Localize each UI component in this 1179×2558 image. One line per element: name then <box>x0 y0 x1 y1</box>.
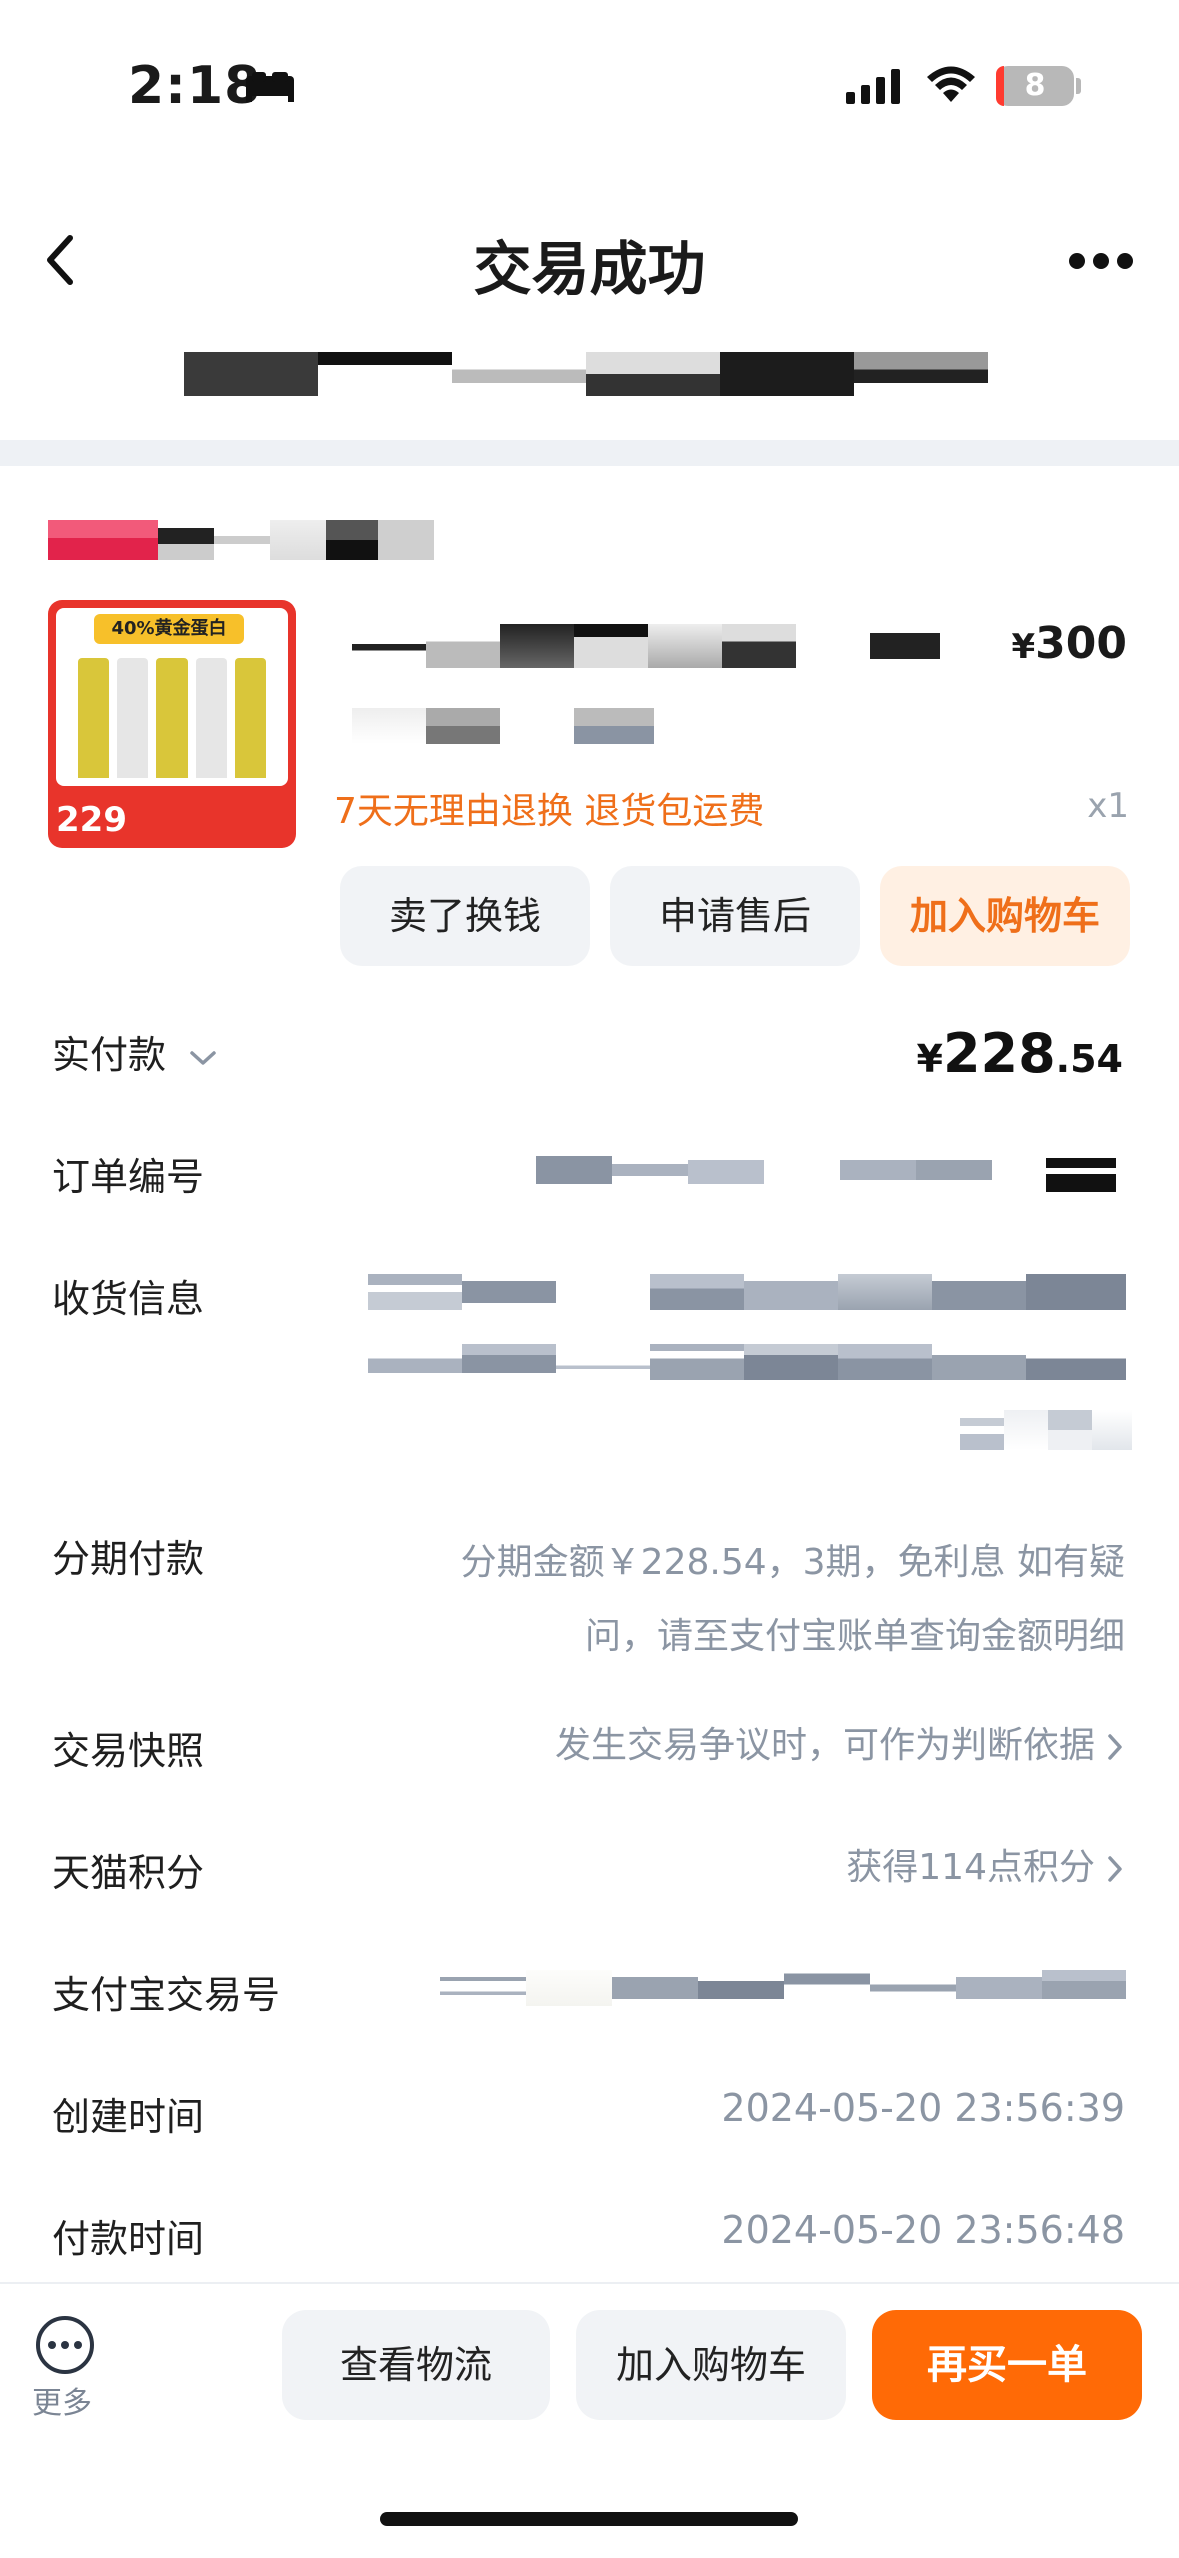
page-title: 交易成功 <box>473 235 706 303</box>
sleep-focus-icon <box>246 72 294 102</box>
after-sale-button[interactable]: 申请售后 <box>610 866 860 966</box>
section-divider <box>0 440 1179 466</box>
actual-paid-label[interactable]: 实付款 <box>52 1024 220 1079</box>
buy-again-button[interactable]: 再买一单 <box>872 2310 1142 2420</box>
redacted-banner-text <box>184 352 988 396</box>
cellular-signal-icon <box>846 69 900 104</box>
product-price: ¥300 <box>1011 618 1127 669</box>
more-label[interactable]: 更多 <box>32 2378 92 2422</box>
redacted-order-number[interactable] <box>536 1152 1126 1192</box>
alipay-trade-number-label: 支付宝交易号 <box>52 1973 281 2017</box>
actual-paid-amount: ¥228.54 <box>916 1022 1123 1085</box>
product-thumbnail[interactable]: 40%黄金蛋白 229 <box>48 600 296 848</box>
payment-time-value: 2024-05-20 23:56:48 <box>721 2208 1125 2252</box>
redacted-alipay-trade-number[interactable] <box>440 1970 1126 2006</box>
installment-label: 分期付款 <box>52 1537 205 1581</box>
redacted-shop-name[interactable] <box>48 520 434 560</box>
redacted-shipping-line-1 <box>368 1274 1126 1310</box>
tmall-points-label: 天猫积分 <box>52 1851 205 1895</box>
tmall-points-link[interactable]: 获得114点积分 <box>846 1838 1125 1890</box>
add-to-cart-button[interactable]: 加入购物车 <box>880 866 1130 966</box>
order-number-label: 订单编号 <box>52 1155 205 1199</box>
chevron-right-icon <box>1108 1734 1122 1760</box>
chevron-right-icon <box>1108 1856 1122 1882</box>
shipping-info-label: 收货信息 <box>52 1277 205 1321</box>
created-time-value: 2024-05-20 23:56:39 <box>721 2086 1125 2130</box>
product-quantity: x1 <box>1087 786 1129 826</box>
view-logistics-button[interactable]: 查看物流 <box>282 2310 550 2420</box>
redacted-product-spec <box>352 708 662 744</box>
more-icon[interactable] <box>36 2316 94 2374</box>
trade-snapshot-link[interactable]: 发生交易争议时，可作为判断依据 <box>555 1716 1125 1768</box>
sell-for-cash-button[interactable]: 卖了换钱 <box>340 866 590 966</box>
trade-snapshot-label: 交易快照 <box>52 1729 205 1773</box>
redacted-shipping-line-3 <box>960 1410 1132 1450</box>
status-time: 2:18 <box>128 56 262 116</box>
battery-cap <box>1076 78 1081 94</box>
chevron-down-icon <box>190 1050 216 1065</box>
redacted-shipping-line-2 <box>368 1344 1126 1380</box>
bottom-add-to-cart-button[interactable]: 加入购物车 <box>576 2310 846 2420</box>
return-policy-text: 7天无理由退换 退货包运费 <box>334 791 765 832</box>
installment-info: 分期金额￥228.54，3期，免利息 如有疑 问，请至支付宝账单查询金额明细 <box>460 1542 1125 1657</box>
payment-time-label: 付款时间 <box>52 2217 205 2261</box>
wifi-icon <box>927 66 975 102</box>
redacted-product-title[interactable] <box>352 624 940 668</box>
battery-indicator: 8 <box>996 66 1074 106</box>
more-options-icon[interactable] <box>1068 252 1134 270</box>
created-time-label: 创建时间 <box>52 2095 205 2139</box>
home-indicator[interactable] <box>380 2512 798 2526</box>
